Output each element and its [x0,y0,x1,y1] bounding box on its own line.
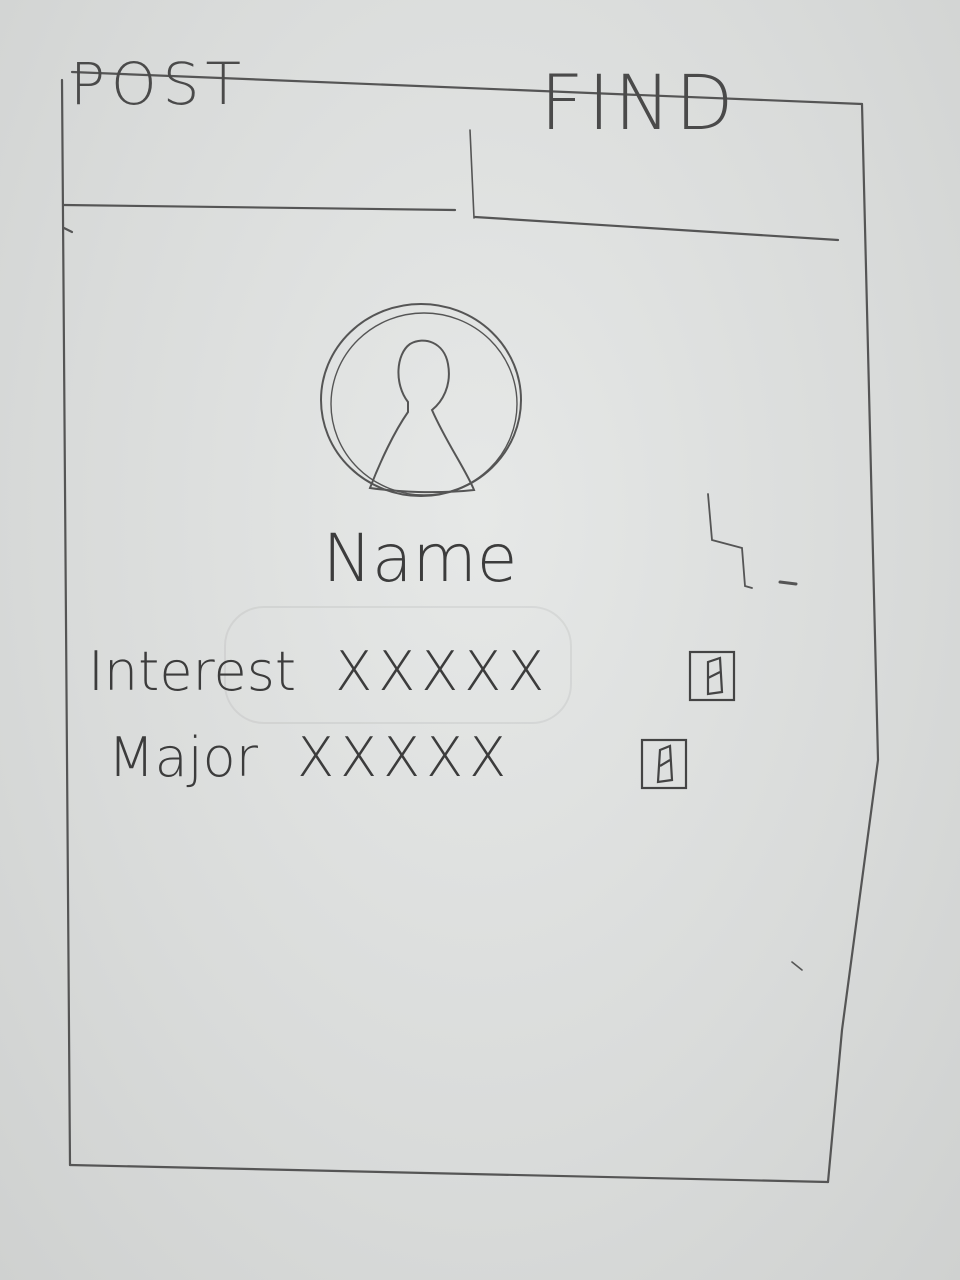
interest-row: Interest XXXXX [88,640,550,703]
major-row: Major XXXXX [108,726,512,789]
user-avatar-icon[interactable] [316,292,526,502]
profile-name: Name [322,520,518,597]
major-value: XXXXX [297,726,513,789]
major-label: Major [108,726,258,789]
tab-post[interactable]: POST [70,50,270,130]
interest-value: XXXXX [335,640,551,703]
pencil-edit-icon[interactable] [686,648,738,704]
pencil-edit-icon[interactable] [638,736,690,792]
tab-find[interactable]: FIND [540,58,760,158]
interest-label: Interest [88,640,297,703]
